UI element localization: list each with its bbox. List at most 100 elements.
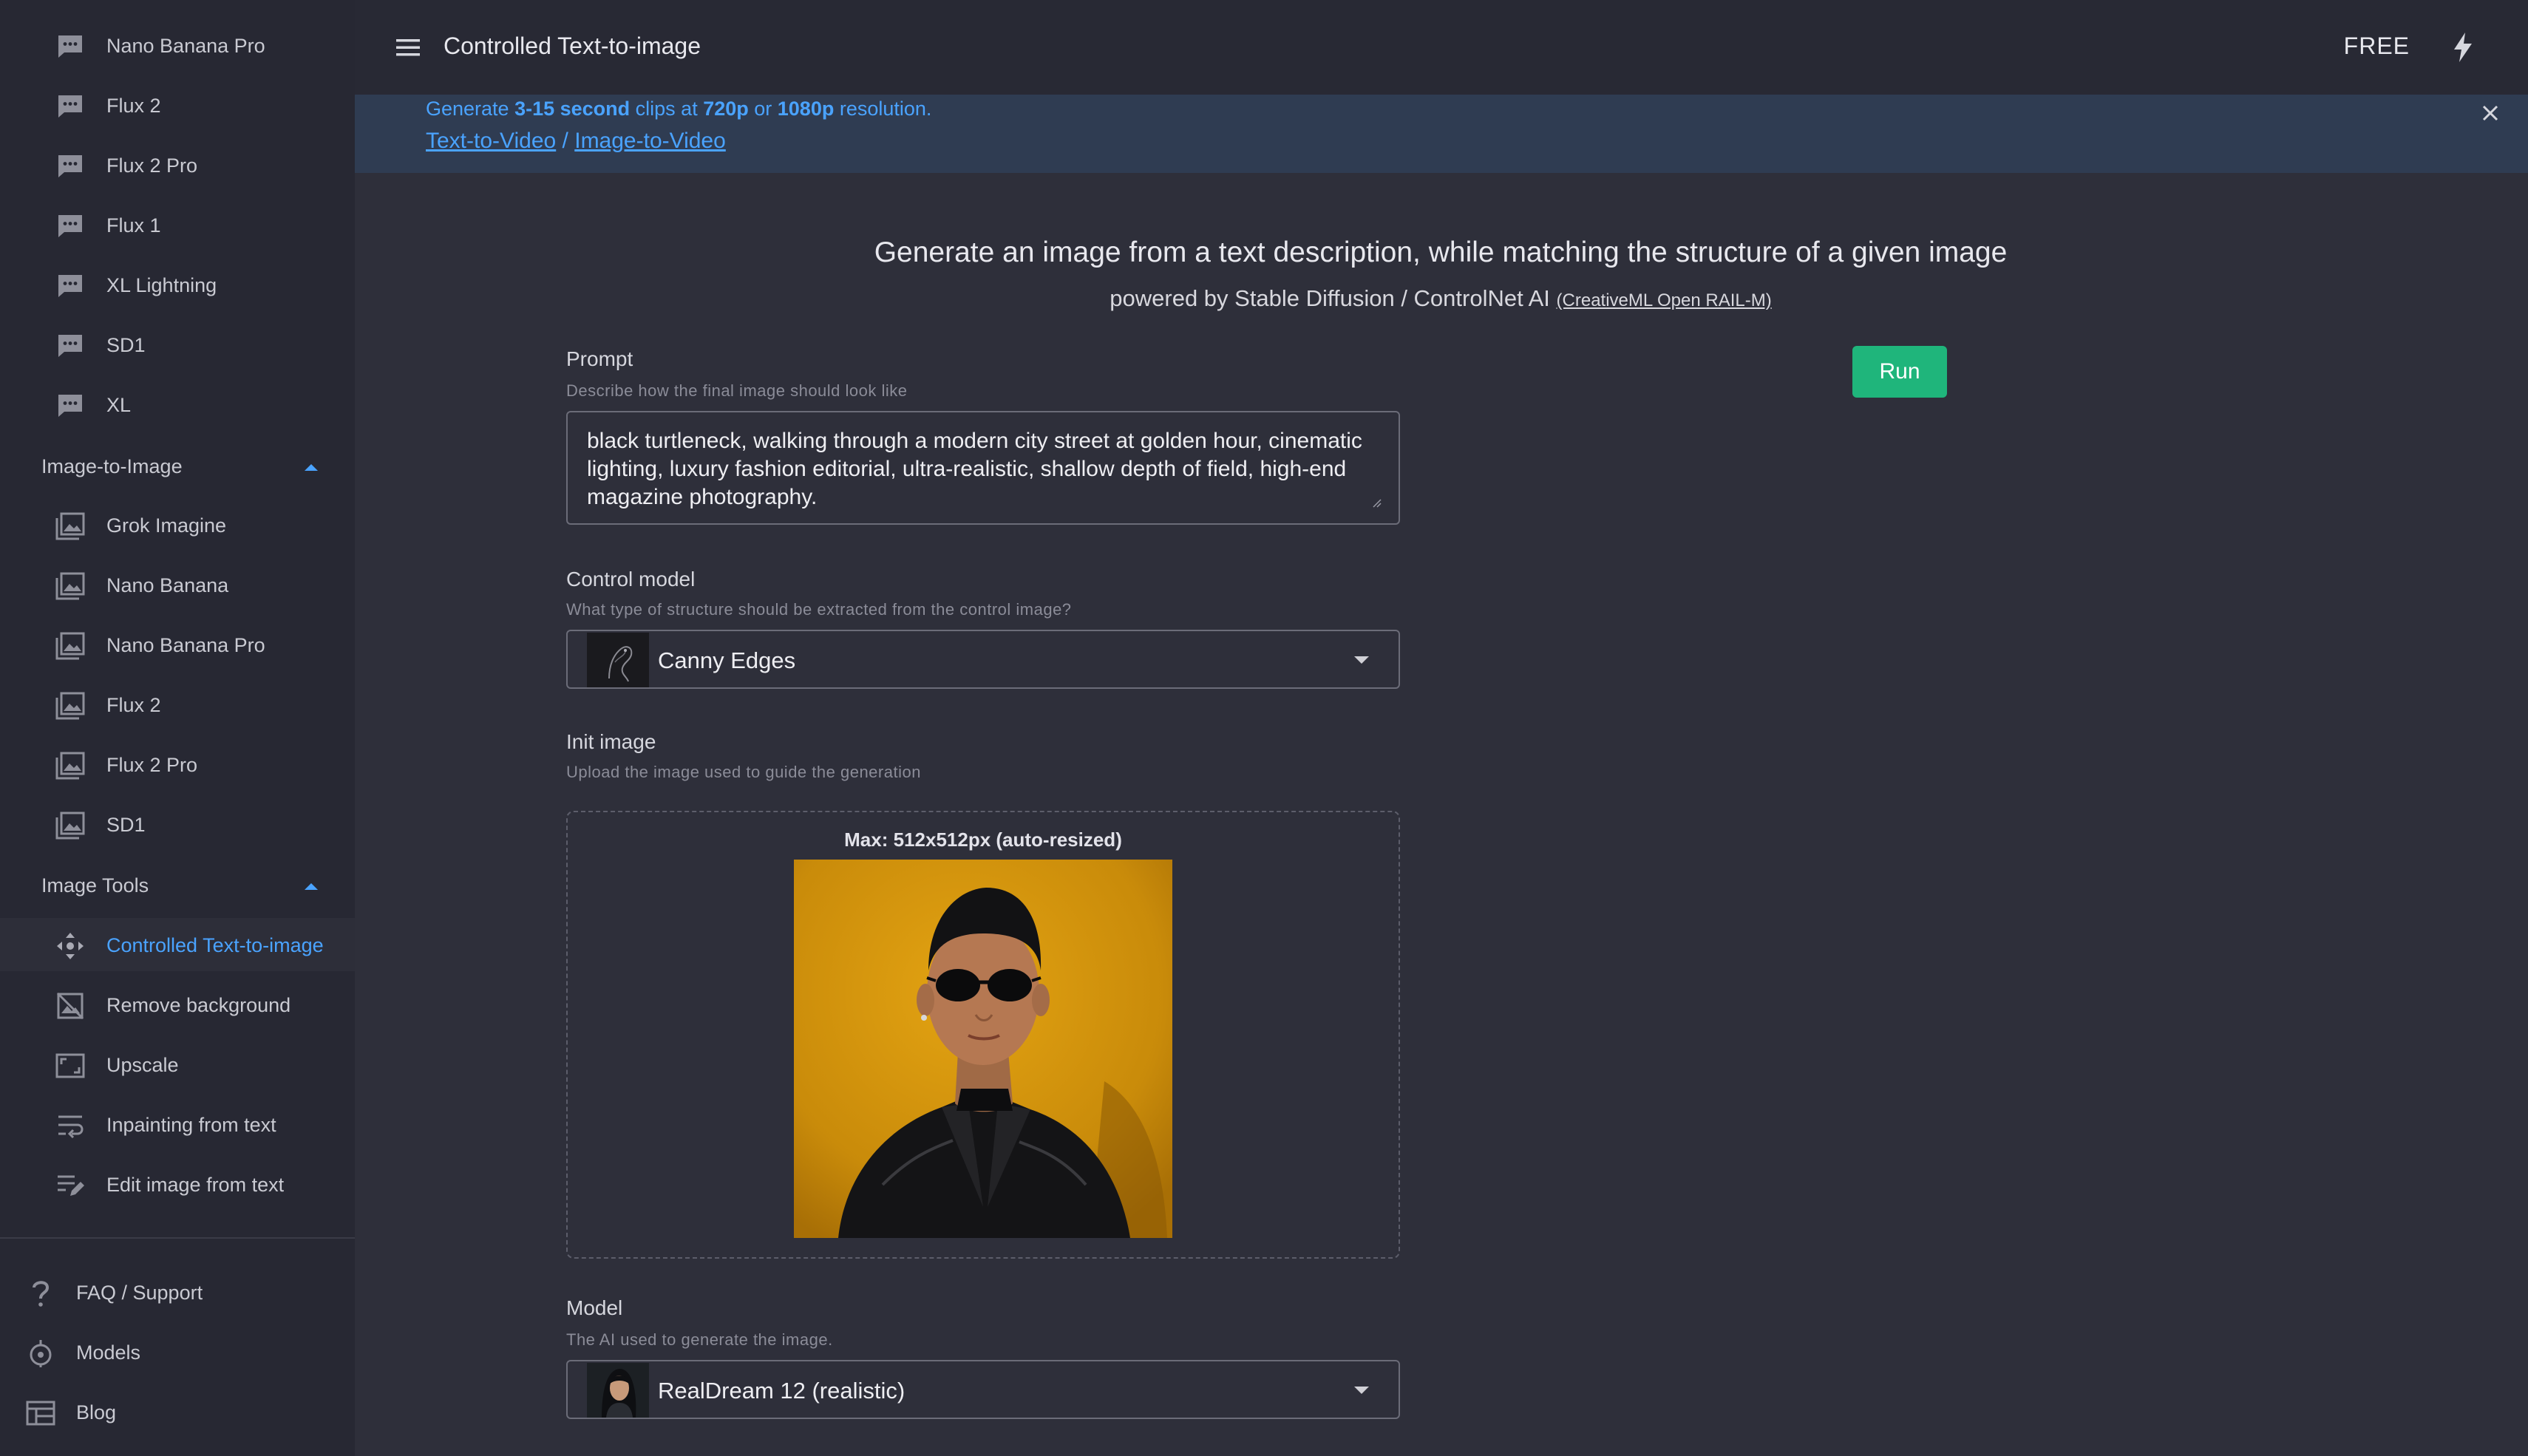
sidebar-item-label: Upscale [106,1054,179,1076]
image-icon [53,812,87,840]
sidebar-item-label: Nano Banana [106,574,229,596]
sidebar-item-label: Flux 2 [106,694,161,716]
sidebar-item-flux-1[interactable]: Flux 1 [0,198,355,251]
sidebar-item-nano-banana[interactable]: Nano Banana [0,558,355,611]
sidebar-item-remove-background[interactable]: Remove background [0,978,355,1031]
edit-note-icon [53,1172,87,1199]
chat-bubble-icon [53,213,87,239]
canny-edges-thumbnail [587,633,649,687]
sidebar-item-xl-lightning[interactable]: XL Lightning [0,258,355,311]
max-size-note: Max: 512x512px (auto-resized) [844,829,1122,851]
sidebar-item-label: Nano Banana Pro [106,634,265,656]
chat-bubble-icon [53,273,87,299]
image-icon [53,632,87,660]
top-bar: Controlled Text-to-image FREE [355,0,2528,95]
page-title: Controlled Text-to-image [444,33,701,59]
prompt-label: Prompt [566,347,633,370]
chevron-up-icon [305,883,318,890]
sidebar-item-flux-2-pro[interactable]: Flux 2 Pro [0,138,355,191]
sidebar-item-faq-support[interactable]: FAQ / Support [0,1265,355,1319]
sidebar-item-flux-2[interactable]: Flux 2 [0,678,355,731]
sidebar-item-label: Flux 2 [106,95,161,117]
sidebar-item-flux-2[interactable]: Flux 2 [0,78,355,132]
sidebar-item-label: SD1 [106,334,146,356]
chat-bubble-icon [53,333,87,359]
sidebar-item-label: XL [106,394,132,416]
sidebar-item-label: Blog [76,1401,117,1423]
sidebar-item-label: XL Lightning [106,274,217,296]
close-icon[interactable] [2479,102,2501,124]
lightning-bolt-icon[interactable] [2450,31,2476,64]
sidebar-item-sd1[interactable]: SD1 [0,797,355,851]
model-select[interactable]: RealDream 12 (realistic) [566,1360,1400,1419]
sidebar-item-xl[interactable]: XL [0,378,355,431]
chevron-up-icon [305,464,318,471]
resize-handle-icon[interactable] [1370,497,1382,508]
sidebar-item-label: Flux 2 Pro [106,154,198,177]
sidebar-item-flux-2-pro[interactable]: Flux 2 Pro [0,738,355,791]
move-arrows-icon [53,933,87,959]
plan-label[interactable]: FREE [2344,33,2410,60]
question-icon [25,1279,56,1308]
image-icon [53,512,87,540]
sidebar-item-inpainting-from-text[interactable]: Inpainting from text [0,1098,355,1151]
sidebar-item-label: Remove background [106,994,291,1016]
init-image-label: Init image [566,730,656,753]
sidebar-item-sd1[interactable]: SD1 [0,318,355,371]
sidebar-item-nano-banana-pro[interactable]: Nano Banana Pro [0,618,355,671]
sidebar-item-label: Flux 1 [106,214,161,237]
sidebar-item-label: Flux 2 Pro [106,754,198,776]
init-image-hint: Upload the image used to guide the gener… [566,763,921,781]
section-header-image-to-image[interactable]: Image-to-Image [0,440,355,492]
chat-bubble-icon [53,33,87,60]
sidebar-item-label: Models [76,1341,141,1364]
sidebar-item-upscale[interactable]: Upscale [0,1038,355,1091]
image-icon [53,692,87,720]
sidebar-item-edit-image-from-text[interactable]: Edit image from text [0,1157,355,1211]
sidebar-item-grok-imagine[interactable]: Grok Imagine [0,498,355,551]
init-image-dropzone[interactable]: Max: 512x512px (auto-resized) [566,811,1400,1259]
wrap-text-icon [53,1112,87,1139]
sidebar-item-nano-banana-pro[interactable]: Nano Banana Pro [0,18,355,72]
sidebar-item-label: Controlled Text-to-image [106,934,324,956]
init-image-preview [794,860,1172,1238]
sidebar-item-label: Grok Imagine [106,514,227,537]
section-header-image-tools[interactable]: Image Tools [0,860,355,911]
sidebar-item-blog[interactable]: Blog [0,1385,355,1438]
sidebar-item-controlled-text-to-image[interactable]: Controlled Text-to-image [0,918,355,971]
image-to-video-link[interactable]: Image-to-Video [574,129,726,153]
promo-banner: Generate 3-15 second clips at 720p or 10… [355,95,2528,173]
banner-links: Text-to-Video / Image-to-Video [426,129,726,154]
model-hint: The AI used to generate the image. [566,1330,833,1349]
model-label: Model [566,1296,623,1319]
image-off-icon [53,992,87,1020]
model-thumbnail [587,1363,649,1418]
sidebar-item-label: Nano Banana Pro [106,35,265,57]
section-title: Image-to-Image [41,455,183,477]
license-link[interactable]: (CreativeML Open RAIL-M) [1557,290,1772,310]
prompt-input[interactable]: black turtleneck, walking through a mode… [566,411,1400,525]
image-icon [53,752,87,780]
model-value: RealDream 12 (realistic) [658,1378,905,1404]
control-model-value: Canny Edges [658,647,796,673]
sidebar-item-label: FAQ / Support [76,1282,203,1304]
banner-text: Generate 3-15 second clips at 720p or 10… [426,98,932,120]
link-separator: / [556,129,575,153]
control-model-label: Control model [566,568,696,591]
sidebar-item-label: Inpainting from text [106,1114,276,1136]
sidebar-item-label: Edit image from text [106,1174,285,1196]
main-subheading: powered by Stable Diffusion / ControlNet… [1110,285,1772,311]
image-icon [53,572,87,600]
dropdown-arrow-icon [1354,656,1369,664]
text-to-video-link[interactable]: Text-to-Video [426,129,556,153]
control-model-select[interactable]: Canny Edges [566,630,1400,689]
main-heading: Generate an image from a text descriptio… [874,237,2008,268]
models-icon [25,1338,56,1368]
sidebar-item-models[interactable]: Models [0,1325,355,1378]
hamburger-menu-icon[interactable] [393,33,423,62]
run-button[interactable]: Run [1852,346,1947,398]
sidebar-item-label: SD1 [106,814,146,836]
sidebar: Image-to-Image Image Tools Nano Banana P… [0,0,355,1456]
section-title: Image Tools [41,874,149,897]
dropdown-arrow-icon [1354,1387,1369,1394]
